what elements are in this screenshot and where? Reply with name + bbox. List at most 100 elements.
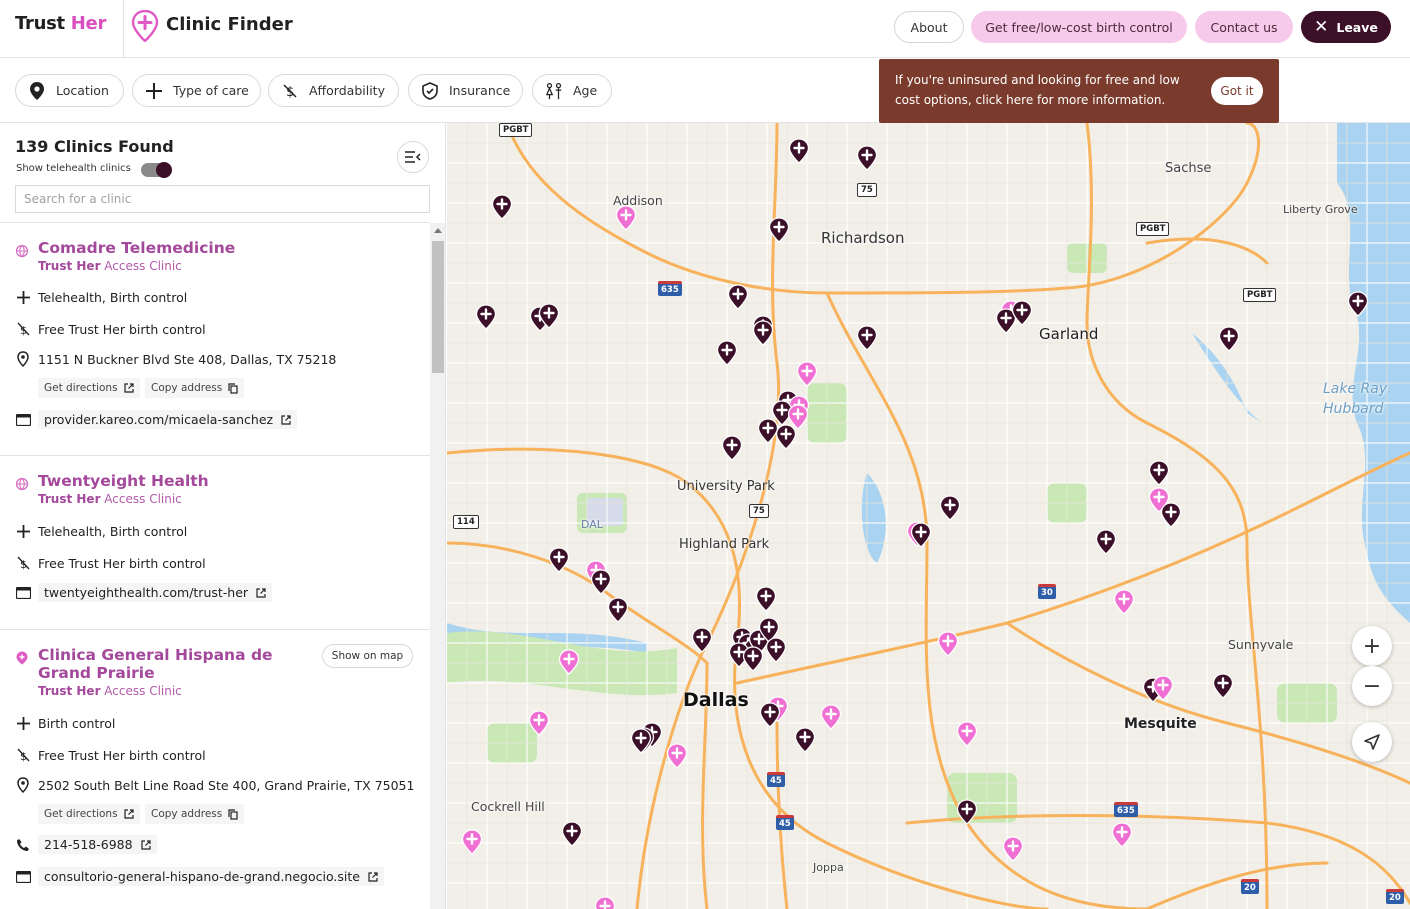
filter-location[interactable]: Location: [15, 74, 124, 107]
card-icon: [15, 412, 31, 428]
clinic-search-input[interactable]: [15, 185, 430, 213]
about-button[interactable]: About: [894, 11, 964, 43]
clinic-subtitle: Trust Her Access Clinic: [38, 684, 182, 698]
clinic-card[interactable]: Clinica General Hispana de Grand Prairie…: [0, 631, 430, 909]
filter-label: Insurance: [449, 83, 511, 98]
access-clinic-marker[interactable]: [558, 649, 580, 675]
access-clinic-marker[interactable]: [787, 404, 809, 430]
clinic-marker[interactable]: [794, 727, 816, 753]
birth-control-button[interactable]: Get free/low-cost birth control: [971, 11, 1187, 43]
zoom-in-button[interactable]: +: [1352, 626, 1392, 666]
highway-shield: 75: [749, 504, 769, 518]
clinic-marker[interactable]: [956, 799, 978, 825]
clinic-marker[interactable]: [910, 522, 932, 548]
filter-insurance[interactable]: Insurance: [408, 74, 523, 107]
clinic-marker[interactable]: [752, 320, 774, 346]
access-clinic-marker[interactable]: [1111, 822, 1133, 848]
leave-button[interactable]: ✕ Leave: [1301, 11, 1391, 43]
clinic-marker[interactable]: [1095, 529, 1117, 555]
filter-type-of-care[interactable]: Type of care: [132, 74, 261, 107]
clinic-name[interactable]: Comadre Telemedicine: [38, 239, 338, 257]
website-link[interactable]: provider.kareo.com/micaela-sanchez: [38, 410, 298, 429]
clinic-marker[interactable]: [1212, 673, 1234, 699]
copy-address-button[interactable]: Copy address: [145, 378, 245, 398]
phone-link[interactable]: 214-518-6988: [38, 835, 157, 854]
clinic-marker[interactable]: [691, 627, 713, 653]
access-clinic-marker[interactable]: [594, 896, 616, 909]
clinic-marker[interactable]: [1011, 300, 1033, 326]
clinic-marker[interactable]: [561, 821, 583, 847]
access-clinic-marker[interactable]: [1002, 836, 1024, 862]
clinic-marker[interactable]: [491, 194, 513, 220]
clinic-marker[interactable]: [755, 586, 777, 612]
clinic-marker[interactable]: [759, 702, 781, 728]
clinic-marker[interactable]: [538, 303, 560, 329]
website-link[interactable]: consultorio-general-hispano-de-grand.neg…: [38, 867, 384, 886]
clinic-marker[interactable]: [765, 637, 787, 663]
access-clinic-marker[interactable]: [796, 361, 818, 387]
place-label: Garland: [1039, 325, 1099, 343]
collapse-list-button[interactable]: [397, 141, 429, 173]
access-clinic-marker[interactable]: [1113, 589, 1135, 615]
clinic-marker[interactable]: [856, 145, 878, 171]
copy-icon: [228, 808, 238, 820]
access-clinic-marker[interactable]: [666, 743, 688, 769]
access-clinic-marker[interactable]: [615, 205, 637, 231]
info-tooltip[interactable]: If you're uninsured and looking for free…: [879, 59, 1279, 123]
access-clinic-marker[interactable]: [937, 631, 959, 657]
filter-affordability[interactable]: $ Affordability: [268, 74, 399, 107]
clinic-marker[interactable]: [721, 435, 743, 461]
clinic-marker[interactable]: [768, 217, 790, 243]
access-clinic-marker[interactable]: [461, 829, 483, 855]
logo-trust: Trust: [15, 13, 65, 34]
scroll-up-arrow[interactable]: [434, 228, 442, 233]
filter-age[interactable]: Age: [532, 74, 612, 107]
clinic-marker[interactable]: [1218, 326, 1240, 352]
place-label: Lake Ray: [1323, 381, 1388, 397]
locate-me-button[interactable]: [1352, 722, 1392, 762]
access-clinic-marker[interactable]: [820, 704, 842, 730]
trust-her-logo[interactable]: Trust Her: [15, 13, 106, 34]
clinic-name[interactable]: Twentyeight Health: [38, 472, 338, 490]
get-directions-button[interactable]: Get directions: [38, 804, 140, 824]
access-clinic-marker[interactable]: [528, 710, 550, 736]
clinic-marker[interactable]: [630, 728, 652, 754]
clinic-marker[interactable]: [1148, 460, 1170, 486]
get-directions-button[interactable]: Get directions: [38, 378, 140, 398]
clinic-marker[interactable]: [856, 325, 878, 351]
clinic-marker[interactable]: [1347, 291, 1369, 317]
external-link-icon: [256, 587, 266, 598]
zoom-out-button[interactable]: −: [1352, 666, 1392, 706]
highway-shield: 45: [776, 815, 794, 830]
scroll-thumb[interactable]: [432, 241, 444, 373]
clinic-card[interactable]: Comadre Telemedicine Trust Her Access Cl…: [0, 224, 430, 456]
copy-address-button[interactable]: Copy address: [145, 804, 245, 824]
clinic-card[interactable]: Twentyeight Health Trust Her Access Clin…: [0, 457, 430, 630]
clinic-marker[interactable]: [727, 284, 749, 310]
clinic-marker[interactable]: [742, 646, 764, 672]
show-on-map-button[interactable]: Show on map: [322, 644, 413, 668]
clinic-marker[interactable]: [1160, 502, 1182, 528]
phone-icon: [15, 837, 31, 853]
clinic-marker[interactable]: [548, 547, 570, 573]
highway-shield: 45: [767, 772, 785, 787]
clinic-name[interactable]: Clinica General Hispana de Grand Prairie: [38, 646, 308, 682]
place-label: Liberty Grove: [1283, 203, 1358, 216]
clinic-marker[interactable]: [716, 340, 738, 366]
contact-button[interactable]: Contact us: [1195, 11, 1293, 43]
clinic-marker[interactable]: [788, 138, 810, 164]
got-it-button[interactable]: Got it: [1211, 77, 1263, 105]
clinic-marker[interactable]: [607, 597, 629, 623]
external-link-icon: [140, 839, 151, 850]
place-label: Hubbard: [1323, 401, 1384, 417]
clinic-map[interactable]: Sachse Addison Richardson Liberty Grove Garl…: [447, 123, 1410, 909]
access-clinic-marker[interactable]: [956, 721, 978, 747]
list-scrollbar[interactable]: [430, 223, 445, 909]
access-clinic-marker[interactable]: [1152, 675, 1174, 701]
telehealth-toggle[interactable]: [141, 162, 172, 178]
clinic-marker[interactable]: [939, 495, 961, 521]
clinic-marker[interactable]: [590, 569, 612, 595]
website-link[interactable]: twentyeighthealth.com/trust-her: [38, 583, 273, 602]
website-text: provider.kareo.com/micaela-sanchez: [44, 412, 274, 427]
clinic-marker[interactable]: [475, 304, 497, 330]
